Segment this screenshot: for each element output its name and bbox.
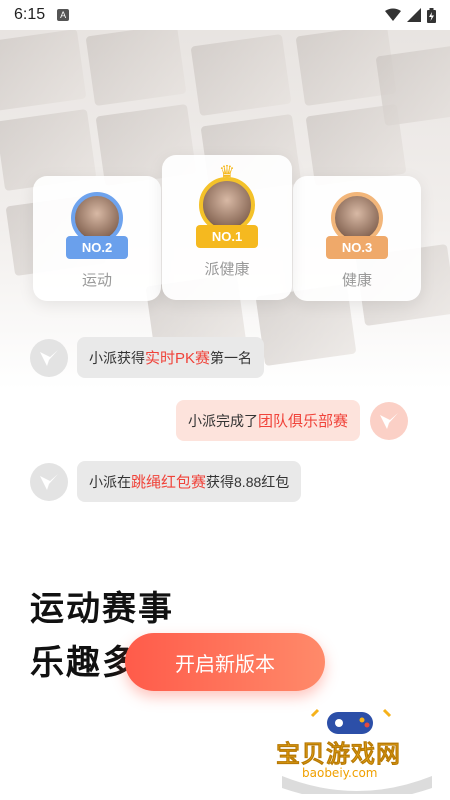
signal-icon bbox=[407, 8, 421, 22]
battery-icon bbox=[427, 7, 436, 23]
rank-label: 健康 bbox=[341, 272, 372, 289]
message-row: 小派在跳绳红包赛获得8.88红包 bbox=[30, 461, 302, 502]
collage-photo bbox=[190, 33, 292, 117]
message-text: 小派完成了 bbox=[188, 413, 258, 429]
slogan-line-1: 运动赛事 bbox=[30, 590, 174, 628]
message-highlight: 团队俱乐部赛 bbox=[258, 413, 349, 430]
rank-ribbon: NO.1 bbox=[195, 225, 259, 248]
message-highlight: 跳绳红包赛 bbox=[131, 474, 207, 491]
message-text: 第一名 bbox=[210, 350, 253, 366]
message-highlight: 实时PK赛 bbox=[145, 350, 211, 367]
message-bubble: 小派获得实时PK赛第一名 bbox=[77, 337, 265, 378]
rank-card-third[interactable]: NO.3 健康 bbox=[293, 176, 421, 301]
rank-ribbon: NO.2 bbox=[65, 236, 129, 259]
watermark-url: baobeiy.com bbox=[302, 766, 378, 780]
rank-card-second[interactable]: NO.2 运动 bbox=[33, 176, 161, 301]
status-icons bbox=[385, 7, 436, 23]
rank-label: 运动 bbox=[81, 272, 112, 289]
message-row: 小派完成了团队俱乐部赛 bbox=[176, 400, 409, 441]
app-logo-icon bbox=[370, 401, 409, 440]
status-time: 6:15 bbox=[14, 6, 46, 23]
rank-card-first[interactable]: ♛ NO.1 派健康 bbox=[162, 155, 292, 300]
watermark-title: 宝贝游戏网 bbox=[276, 741, 401, 769]
site-watermark: 宝贝游戏网 baobeiy.com bbox=[272, 706, 442, 794]
message-bubble: 小派在跳绳红包赛获得8.88红包 bbox=[77, 461, 302, 502]
status-bar: 6:15 A bbox=[0, 0, 450, 30]
collage-photo bbox=[85, 30, 187, 107]
app-logo-icon bbox=[30, 462, 68, 501]
rank-label: 派健康 bbox=[204, 261, 250, 278]
open-new-version-button[interactable]: 开启新版本 bbox=[125, 633, 325, 691]
message-text: 小派在 bbox=[89, 474, 131, 490]
notification-a-icon: A bbox=[57, 9, 70, 21]
app-logo-icon bbox=[30, 338, 68, 377]
message-text: 小派获得 bbox=[89, 350, 145, 366]
collage-photo bbox=[0, 30, 87, 112]
collage-photo bbox=[305, 103, 407, 187]
wifi-icon bbox=[385, 8, 401, 21]
rank-ribbon: NO.3 bbox=[325, 236, 389, 259]
message-text: 获得8.88红包 bbox=[206, 474, 290, 490]
message-row: 小派获得实时PK赛第一名 bbox=[30, 337, 265, 378]
message-bubble: 小派完成了团队俱乐部赛 bbox=[176, 400, 361, 441]
